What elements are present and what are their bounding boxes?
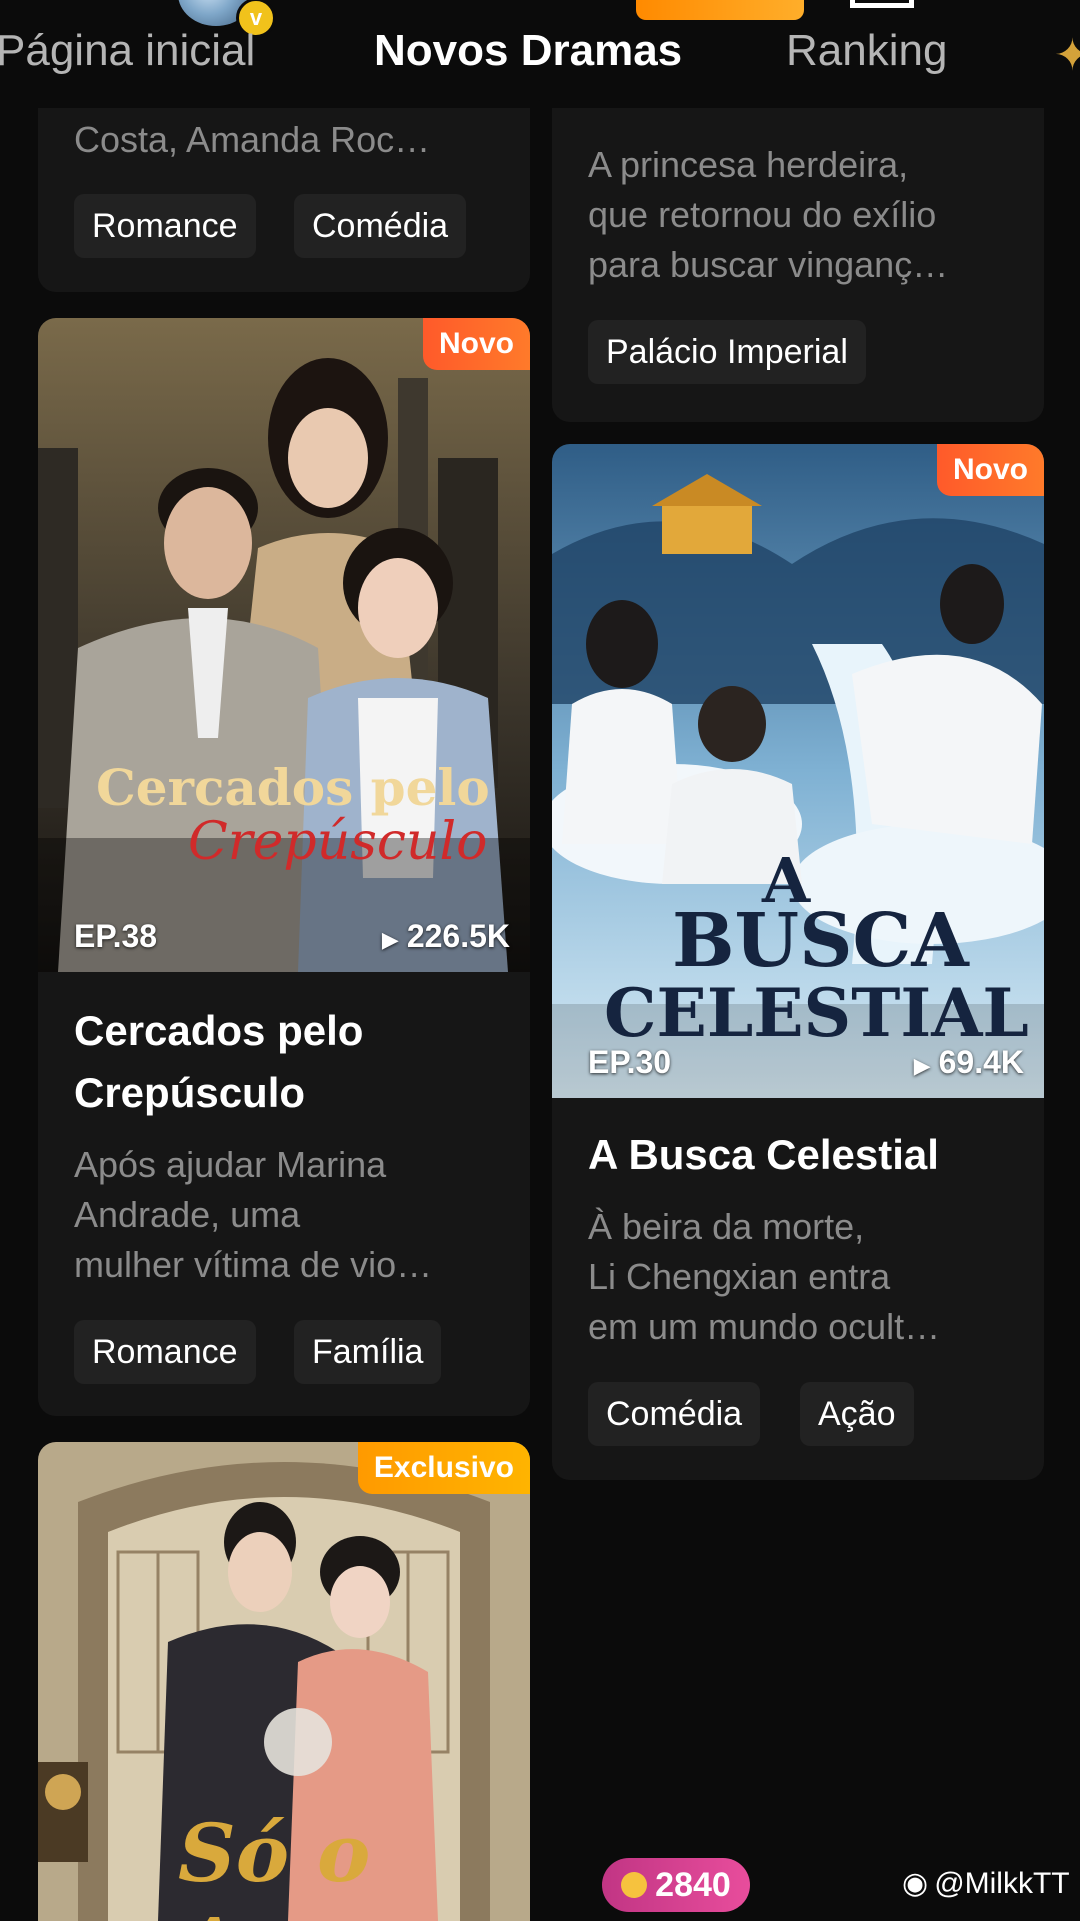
cover-title-line-2: Crepúsculo	[188, 812, 488, 872]
drama-card-cercados[interactable]: Cercados pelo Crepúsculo Novo EP.38 ▶ 226…	[38, 318, 530, 1416]
top-navigation: v Página inicial Novos Dramas Ranking ✦	[0, 0, 1080, 108]
new-badge: Novo	[423, 318, 530, 370]
cover-title-line-3: CELESTIAL	[604, 974, 1029, 1052]
coin-balance-value: 2840	[655, 1865, 731, 1904]
card-description-line: para buscar vinganç…	[588, 244, 949, 285]
watermark: ◉ @MilkkTT	[902, 1866, 1070, 1901]
tab-new-dramas[interactable]: Novos Dramas	[374, 26, 682, 76]
drama-card-partial-right[interactable]: A princesa herdeira, que retornou do exí…	[552, 60, 1044, 422]
cover-art-cercados	[38, 318, 530, 972]
card-description-line: que retornou do exílio	[588, 194, 937, 235]
drama-card-so-o-amor[interactable]: Só o Amor Exclusivo	[38, 1442, 530, 1921]
episode-count: EP.38	[74, 918, 158, 954]
view-count-value: 226.5K	[406, 918, 510, 954]
card-description-line: Andrade, uma	[74, 1194, 301, 1235]
card-description-line: em um mundo ocult…	[588, 1306, 941, 1347]
drama-title-line[interactable]: Crepúsculo	[74, 1062, 305, 1124]
new-badge: Novo	[937, 444, 1044, 496]
genre-tag[interactable]: Romance	[74, 194, 256, 258]
view-count: ▶ 69.4K	[914, 1044, 1024, 1081]
exclusive-badge: Exclusivo	[357, 1442, 530, 1494]
weibo-icon: ◉	[902, 1867, 929, 1900]
card-description-line: À beira da morte,	[588, 1206, 865, 1247]
play-icon: ▶	[913, 1053, 931, 1078]
card-description-line: mulher vítima de vio…	[74, 1244, 433, 1285]
card-description: Costa, Amanda Roc…	[74, 119, 431, 160]
genre-tag[interactable]: Romance	[74, 1320, 256, 1384]
scan-icon[interactable]	[850, 0, 914, 8]
drama-title-line[interactable]: Cercados pelo	[74, 1000, 363, 1062]
drama-card-busca-celestial[interactable]: A BUSCA CELESTIAL Novo EP.30 ▶ 69.4K A Bu…	[552, 444, 1044, 1480]
episode-count: EP.30	[588, 1044, 672, 1080]
genre-tag[interactable]: Comédia	[588, 1382, 761, 1446]
coin-balance-button[interactable]: 2840	[602, 1858, 750, 1912]
genre-tag[interactable]: Ação	[800, 1382, 914, 1446]
genre-tag[interactable]: Família	[294, 1320, 442, 1384]
cover-title-line-1: Cercados pelo	[96, 758, 490, 817]
cover-title-line-2: BUSCA	[672, 898, 969, 984]
genre-tag[interactable]: Comédia	[294, 194, 467, 258]
drama-cover-image[interactable]: Cercados pelo Crepúsculo Novo EP.38 ▶ 226…	[38, 318, 530, 972]
card-description-line: A princesa herdeira,	[588, 144, 909, 185]
play-icon: ▶	[381, 927, 399, 952]
view-count: ▶ 226.5K	[382, 918, 510, 955]
genre-tag[interactable]: Palácio Imperial	[588, 320, 866, 384]
card-description-line: Após ajudar Marina	[74, 1144, 387, 1185]
cover-title: Só o Amor	[178, 1806, 420, 1921]
tab-home[interactable]: Página inicial	[0, 26, 255, 76]
coin-icon	[621, 1872, 648, 1898]
drama-title[interactable]: A Busca Celestial	[588, 1124, 939, 1186]
view-count-value: 69.4K	[938, 1044, 1024, 1080]
drama-cover-image[interactable]: A BUSCA CELESTIAL Novo EP.30 ▶ 69.4K	[552, 444, 1044, 1098]
watermark-handle: @MilkkTT	[934, 1866, 1070, 1900]
sparkle-icon[interactable]: ✦	[1054, 30, 1080, 81]
card-description-line: Li Chengxian entra	[588, 1256, 891, 1297]
promo-banner[interactable]	[636, 0, 804, 20]
tab-ranking[interactable]: Ranking	[786, 26, 947, 76]
drama-cover-image[interactable]: Só o Amor Exclusivo	[38, 1442, 530, 1921]
